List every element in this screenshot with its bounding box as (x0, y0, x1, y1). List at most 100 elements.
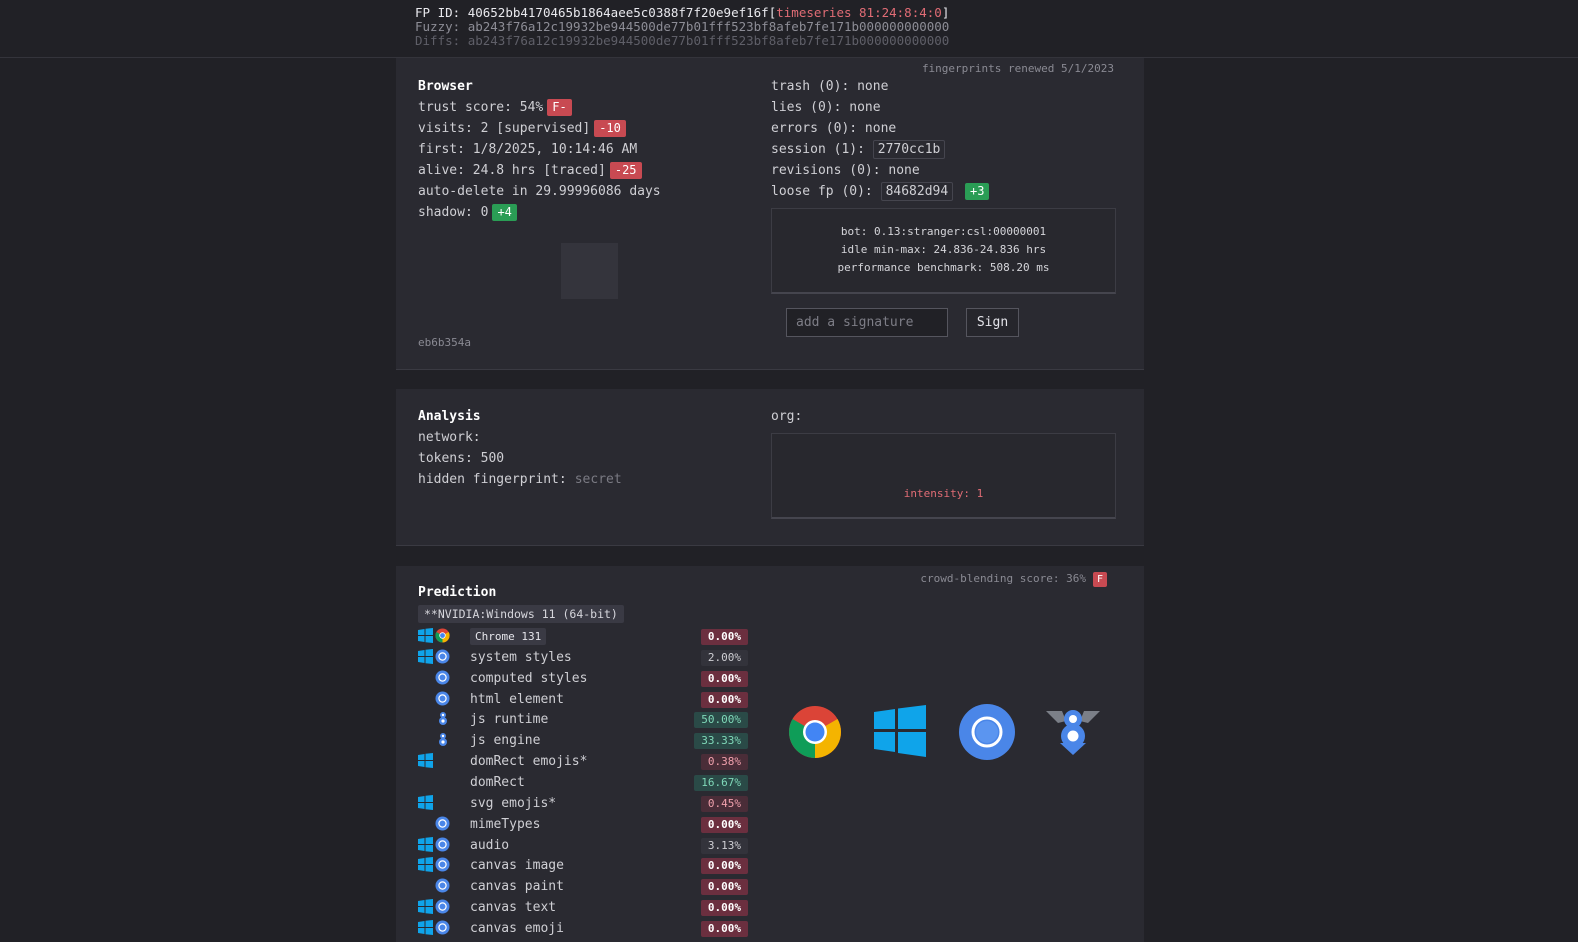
prediction-row-percent: 0.00% (700, 691, 748, 708)
windows-icon (418, 648, 433, 664)
fp-id-line: FP ID: 40652bb4170465b1864aee5c0388f7f20… (415, 5, 950, 20)
browser-card: fingerprints renewed 5/1/2023 Browser tr… (396, 58, 1144, 370)
shadow-text: shadow: 0 (418, 205, 489, 220)
visits-text: visits: 2 [supervised] (418, 121, 591, 136)
alive-badge: -25 (609, 162, 642, 179)
prediction-row-icons (418, 899, 458, 916)
prediction-row-icons (418, 628, 458, 645)
prediction-row: canvas image 0.00% (418, 855, 748, 876)
v8-icon (438, 711, 448, 726)
blink-icon (435, 691, 450, 706)
blink-icon (435, 857, 450, 872)
visits: visits: 2 [supervised] -10 (418, 118, 626, 139)
idle-line: idle min-max: 24.836-24.836 hrs (840, 243, 1047, 256)
prediction-row-label: canvas image (470, 858, 564, 874)
prediction-row-percent: 0.00% (700, 920, 748, 937)
first-seen: first: 1/8/2025, 10:14:46 AM (418, 142, 638, 157)
prediction-row-label: canvas text (470, 900, 557, 916)
prediction-row-percent: 2.00% (700, 649, 748, 666)
intensity-label: intensity: 1 (903, 487, 984, 500)
prediction-row-percent: 0.00% (700, 900, 748, 917)
blink-icon (435, 837, 450, 852)
bot-line: bot: 0.13:stranger:csl:00000001 (840, 225, 1047, 238)
fp-id-label: FP ID: (415, 5, 461, 20)
prediction-row-icons (418, 691, 458, 708)
prediction-row-percent: 33.33% (694, 733, 748, 750)
prediction-row: system styles 2.00% (418, 647, 748, 668)
prediction-row: domRect 16.67% (418, 772, 748, 793)
prediction-row-icons (418, 919, 458, 937)
org: org: (771, 409, 803, 424)
timeseries-link[interactable]: timeseries 81:24:8:4:0 (776, 5, 942, 20)
fuzzy-line: Fuzzy: ab243f76a12c19932be944500de77b01f… (415, 20, 949, 34)
blink-icon (435, 878, 450, 893)
prediction-row: Chrome 131 0.00% (418, 626, 748, 647)
auto-delete: auto-delete in 29.99996086 days (418, 184, 661, 199)
prediction-row-label: js engine (470, 733, 541, 749)
loose-fp: loose fp (0): 84682d94 +3 (771, 181, 990, 202)
network: network: (418, 430, 481, 445)
shadow-badge: +4 (492, 204, 517, 221)
blink-engine-icon (959, 704, 1015, 760)
windows-icon (418, 857, 433, 873)
prediction-row-label: computed styles (470, 670, 588, 686)
prediction-row-label: audio (470, 837, 510, 853)
alive-text: alive: 24.8 hrs [traced] (418, 163, 606, 178)
trash: trash (0): none (771, 79, 889, 94)
benchmark-line: performance benchmark: 508.20 ms (837, 261, 1050, 274)
prediction-row-percent: 50.00% (694, 712, 748, 729)
prediction-row-percent: 0.00% (700, 670, 748, 687)
prediction-row-percent: 3.13% (700, 837, 748, 854)
prediction-row-label: Chrome 131 (470, 628, 547, 645)
session-hash: 2770cc1b (872, 140, 946, 159)
diffs-line: Diffs: ab243f76a12c19932be944500de77b01f… (415, 34, 949, 48)
prediction-row-icons (418, 732, 458, 749)
blink-icon (435, 899, 450, 914)
trust-score: trust score: 54% F- (418, 97, 572, 118)
tokens: tokens: 500 (418, 451, 505, 466)
windows-icon (418, 836, 433, 852)
prediction-row-label: svg emojis* (470, 795, 557, 811)
analysis-card: Analysis network: tokens: 500 hidden fin… (396, 389, 1144, 546)
prediction-row: canvas emoji 0.00% (418, 918, 748, 939)
loose-fp-hash: 84682d94 (880, 182, 954, 201)
browser-hash: eb6b354a (418, 336, 471, 349)
chrome-icon (435, 628, 450, 643)
prediction-row: computed styles 0.00% (418, 668, 748, 689)
prediction-row-percent: 0.00% (700, 858, 748, 875)
prediction-row: domRect emojis* 0.38% (418, 751, 748, 772)
errors: errors (0): none (771, 121, 897, 136)
prediction-row: mimeTypes 0.00% (418, 814, 748, 835)
blink-icon (435, 670, 450, 685)
session-label: session (1): (771, 142, 865, 157)
prediction-row: html element 0.00% (418, 689, 748, 710)
prediction-row-label: mimeTypes (470, 816, 541, 832)
loose-fp-label: loose fp (0): (771, 184, 873, 199)
prediction-row-percent: 0.38% (700, 754, 748, 771)
signature-input[interactable] (786, 308, 948, 337)
prediction-row-label: canvas paint (470, 879, 564, 895)
windows-icon (418, 753, 433, 769)
prediction-row-icons (418, 670, 458, 687)
browser-title: Browser (418, 79, 473, 94)
fp-id-value: 40652bb4170465b1864aee5c0388f7f20e9ef16f (467, 5, 769, 20)
diffs-value: ab243f76a12c19932be944500de77b01fff523bf… (467, 33, 950, 48)
v8-engine-icon (1046, 710, 1100, 755)
hidden-fingerprint: hidden fingerprint: secret (418, 469, 622, 490)
sign-button[interactable]: Sign (966, 308, 1019, 337)
prediction-row-icons (418, 774, 458, 791)
prediction-row-icons (418, 753, 458, 770)
prediction-row: js runtime 50.00% (418, 709, 748, 730)
prediction-row-icons (418, 857, 458, 874)
prediction-row-icons (418, 878, 458, 895)
hidden-fingerprint-secret[interactable]: secret (575, 472, 622, 487)
chrome-logo-icon (789, 706, 841, 758)
hidden-fingerprint-label: hidden fingerprint: (418, 472, 567, 487)
fuzzy-label: Fuzzy: (415, 19, 461, 34)
prediction-card: crowd-blending score: 36% F Prediction **… (396, 566, 1144, 942)
windows-icon (418, 628, 433, 643)
prediction-row: js engine 33.33% (418, 730, 748, 751)
windows-icon (418, 794, 433, 810)
session: session (1): 2770cc1b (771, 139, 946, 160)
prediction-row-icons (418, 836, 458, 854)
